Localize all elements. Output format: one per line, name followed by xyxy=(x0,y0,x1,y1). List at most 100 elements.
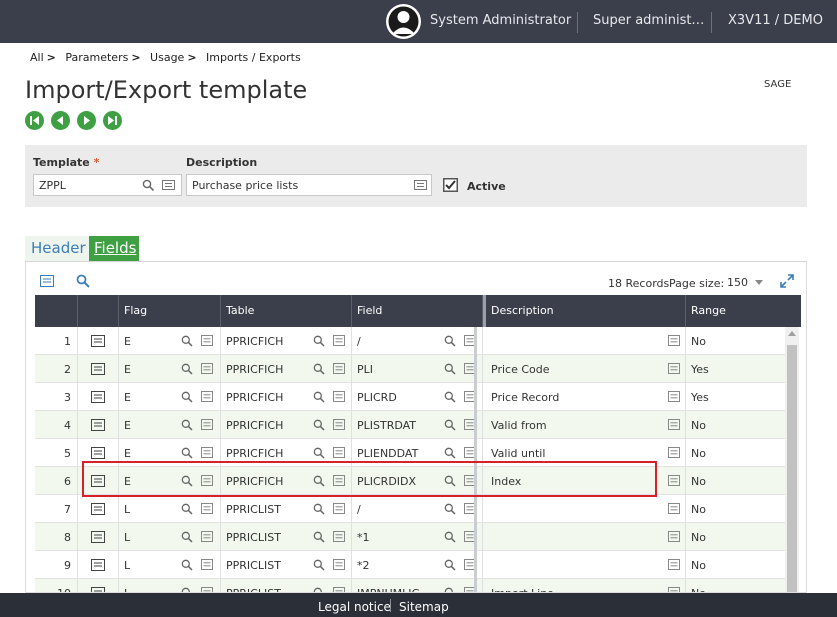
legal-notice-link[interactable]: Legal notice xyxy=(318,600,391,614)
scroll-up-icon[interactable] xyxy=(788,331,796,336)
search-icon[interactable] xyxy=(444,559,456,574)
table-cell[interactable]: PPRICFICH xyxy=(221,467,352,495)
detail-icon[interactable] xyxy=(668,363,680,377)
table-cell[interactable]: PPRICLIST xyxy=(221,579,352,592)
search-icon[interactable] xyxy=(181,419,193,434)
first-record-button[interactable] xyxy=(25,111,44,130)
search-icon[interactable] xyxy=(181,391,193,406)
range-cell[interactable]: No xyxy=(686,327,785,355)
range-cell[interactable]: No xyxy=(686,467,785,495)
detail-icon[interactable] xyxy=(668,419,680,433)
col-table-header[interactable]: Table xyxy=(221,295,352,327)
field-cell[interactable]: IMPNUMLIG xyxy=(352,579,483,592)
search-icon[interactable] xyxy=(181,335,193,350)
search-icon[interactable] xyxy=(313,391,325,406)
breadcrumb-imports-exports[interactable]: Imports / Exports xyxy=(206,51,301,64)
table-cell[interactable]: PPRICFICH xyxy=(221,439,352,467)
search-icon[interactable] xyxy=(313,531,325,546)
search-icon[interactable] xyxy=(181,531,193,546)
table-row[interactable]: 2 E PPRICFICH PLI Price Code Yes xyxy=(35,355,785,383)
table-row[interactable]: 3 E PPRICFICH PLICRD Price Record Yes xyxy=(35,383,785,411)
range-cell[interactable]: No xyxy=(686,523,785,551)
breadcrumb-all[interactable]: All xyxy=(30,51,44,64)
flag-cell[interactable]: L xyxy=(119,551,221,579)
flag-cell[interactable]: E xyxy=(119,439,221,467)
user-name[interactable]: System Administrator xyxy=(430,13,571,28)
expand-icon[interactable] xyxy=(780,274,794,288)
field-cell[interactable]: PLIENDDAT xyxy=(352,439,483,467)
detail-icon[interactable] xyxy=(201,531,213,545)
search-icon[interactable] xyxy=(313,475,325,490)
description-cell[interactable] xyxy=(486,523,686,551)
table-cell[interactable]: PPRICLIST xyxy=(221,551,352,579)
search-icon[interactable] xyxy=(142,179,155,191)
sitemap-link[interactable]: Sitemap xyxy=(399,600,449,614)
flag-cell[interactable]: L xyxy=(119,523,221,551)
search-icon[interactable] xyxy=(313,447,325,462)
description-cell[interactable]: Index xyxy=(486,467,686,495)
row-detail-icon[interactable] xyxy=(91,503,105,518)
field-cell[interactable]: PLICRDIDX xyxy=(352,467,483,495)
field-cell[interactable]: *1 xyxy=(352,523,483,551)
table-row[interactable]: 10 LPPRICLISTIMPNUMLIGImport LineNo xyxy=(35,579,785,592)
search-icon[interactable] xyxy=(313,503,325,518)
tab-header[interactable]: Header xyxy=(25,236,92,261)
description-input[interactable]: Purchase price lists xyxy=(186,174,432,196)
search-icon[interactable] xyxy=(181,363,193,378)
detail-icon[interactable] xyxy=(162,179,175,191)
search-icon[interactable] xyxy=(444,363,456,378)
detail-icon[interactable] xyxy=(333,363,345,377)
breadcrumb-usage[interactable]: Usage xyxy=(150,51,184,64)
description-cell[interactable]: Import Line xyxy=(486,579,686,592)
description-cell[interactable] xyxy=(486,551,686,579)
detail-icon[interactable] xyxy=(668,531,680,545)
table-row[interactable]: 5 E PPRICFICH PLIENDDAT Valid until No xyxy=(35,439,785,467)
field-cell[interactable]: / xyxy=(352,495,483,523)
search-icon[interactable] xyxy=(181,475,193,490)
table-cell[interactable]: PPRICFICH xyxy=(221,327,352,355)
detail-icon[interactable] xyxy=(333,503,345,517)
search-icon[interactable] xyxy=(444,531,456,546)
search-icon[interactable] xyxy=(313,335,325,350)
flag-cell[interactable]: E xyxy=(119,355,221,383)
search-icon[interactable] xyxy=(444,447,456,462)
page-size-select[interactable]: 150 xyxy=(727,276,748,289)
detail-icon[interactable] xyxy=(333,419,345,433)
description-cell[interactable]: Valid until xyxy=(486,439,686,467)
range-cell[interactable]: No xyxy=(686,495,785,523)
grid-search-icon[interactable] xyxy=(76,274,90,288)
search-icon[interactable] xyxy=(181,559,193,574)
row-detail-icon[interactable] xyxy=(91,531,105,546)
flag-cell[interactable]: E xyxy=(119,411,221,439)
detail-icon[interactable] xyxy=(668,559,680,573)
range-cell[interactable]: No xyxy=(686,551,785,579)
table-cell[interactable]: PPRICFICH xyxy=(221,383,352,411)
col-field-header[interactable]: Field xyxy=(352,295,483,327)
detail-icon[interactable] xyxy=(333,447,345,461)
breadcrumb-parameters[interactable]: Parameters xyxy=(65,51,128,64)
range-cell[interactable]: No xyxy=(686,439,785,467)
detail-icon[interactable] xyxy=(201,391,213,405)
range-cell[interactable]: Yes xyxy=(686,383,785,411)
table-cell[interactable]: PPRICLIST xyxy=(221,523,352,551)
detail-icon[interactable] xyxy=(201,419,213,433)
row-detail-icon[interactable] xyxy=(91,363,105,378)
role-selector[interactable]: Super administ… xyxy=(593,13,704,28)
flag-cell[interactable]: E xyxy=(119,467,221,495)
table-row[interactable]: 4 E PPRICFICH PLISTRDAT Valid from No xyxy=(35,411,785,439)
row-detail-icon[interactable] xyxy=(91,419,105,434)
col-description-header[interactable]: Description xyxy=(486,295,686,327)
description-cell[interactable] xyxy=(486,327,686,355)
description-cell[interactable]: Price Code xyxy=(486,355,686,383)
range-cell[interactable]: No xyxy=(686,579,785,592)
detail-icon[interactable] xyxy=(333,531,345,545)
table-cell[interactable]: PPRICFICH xyxy=(221,355,352,383)
detail-icon[interactable] xyxy=(201,503,213,517)
grid-detail-icon[interactable] xyxy=(40,275,54,287)
search-icon[interactable] xyxy=(444,391,456,406)
table-row[interactable]: 1 E PPRICFICH / No xyxy=(35,327,785,355)
user-avatar[interactable] xyxy=(386,4,421,39)
search-icon[interactable] xyxy=(181,447,193,462)
detail-icon[interactable] xyxy=(201,335,213,349)
active-checkbox[interactable] xyxy=(443,178,458,192)
